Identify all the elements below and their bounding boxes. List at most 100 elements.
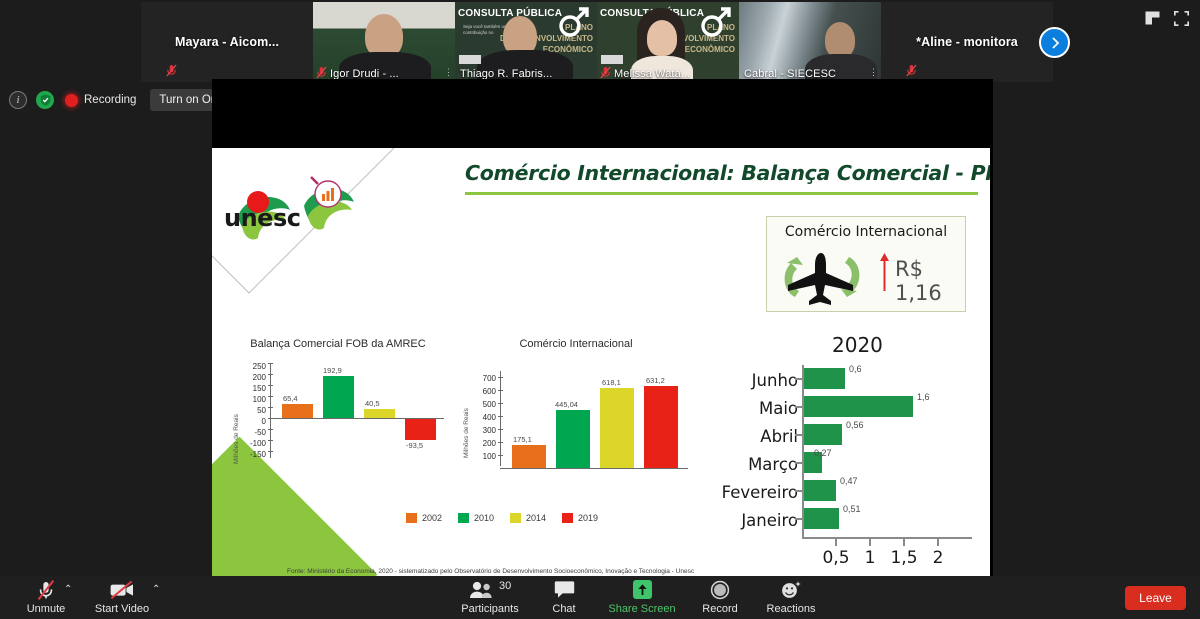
unmute-label: Unmute <box>26 603 66 615</box>
bar-value-label: 0,51 <box>843 504 861 514</box>
presentation-slide: unesc Comércio Internacional: Balança Co… <box>212 148 990 576</box>
audio-options-caret[interactable]: ⌃ <box>64 584 72 595</box>
x-axis-line <box>802 537 972 539</box>
record-label: Record <box>702 603 738 615</box>
bar-value-label: 65,4 <box>283 394 298 403</box>
video-off-icon <box>109 579 135 600</box>
participant-tile-0[interactable]: Mayara - Aicom... <box>141 2 313 82</box>
participant-tile-3[interactable]: CONSULTA PÚBLICA PLANO DE DESENVOLVIMENTO… <box>597 2 739 82</box>
participant-filmstrip: Mayara - Aicom... Igor Drudi - ... ⋮ CON… <box>0 0 1200 84</box>
bar-2014 <box>364 409 395 418</box>
bar-value-label: 175,1 <box>513 435 532 444</box>
bar-maio <box>804 396 913 417</box>
share-screen-label: Share Screen <box>608 603 676 615</box>
participant-tile-5[interactable]: *Aline - monitora <box>881 2 1053 82</box>
bar-2019 <box>644 386 678 468</box>
category-label: Maio <box>758 399 798 418</box>
legend-swatch <box>405 513 417 523</box>
share-screen-icon <box>632 580 652 599</box>
bar-2019 <box>405 419 436 440</box>
tile-logo-mark <box>601 55 623 64</box>
chart-title: 2020 <box>832 333 883 357</box>
y-tick: 600 <box>482 387 496 396</box>
bar-value-label: 0,47 <box>840 476 858 486</box>
y-tick: -100 <box>249 439 266 448</box>
bar-2014 <box>600 388 634 468</box>
bar-value-label: 40,5 <box>365 399 380 408</box>
y-tick: 500 <box>482 400 496 409</box>
tile-logo-mark <box>459 55 481 64</box>
meeting-info-icon[interactable]: i <box>9 91 27 109</box>
bar-value-label: 618,1 <box>602 378 621 387</box>
bar-2010 <box>556 410 590 468</box>
mic-muted-icon <box>906 64 917 77</box>
y-tick: 100 <box>252 395 266 404</box>
y-axis-line <box>270 363 271 458</box>
airplane-icon <box>784 253 860 305</box>
video-options-caret[interactable]: ⌃ <box>152 584 160 595</box>
start-video-label: Start Video <box>94 603 150 615</box>
bar-2002 <box>282 404 313 418</box>
bar-value-label: 192,9 <box>323 366 342 375</box>
category-label: Abril <box>760 427 798 446</box>
y-tick: 100 <box>482 452 496 461</box>
shield-glyph <box>40 94 50 106</box>
participant-tile-2[interactable]: CONSULTA PÚBLICA Seja você também uma co… <box>455 2 597 82</box>
category-label: Março <box>748 455 798 474</box>
reactions-button[interactable]: Reactions <box>745 579 837 615</box>
unesc-logo-text: unesc <box>224 204 301 232</box>
info-card-value: R$ 1,16 <box>895 257 942 305</box>
participant-tile-1[interactable]: Igor Drudi - ... ⋮ <box>313 2 455 82</box>
reactions-icon <box>780 579 802 600</box>
shared-screen-area[interactable]: unesc Comércio Internacional: Balança Co… <box>212 79 993 576</box>
trend-up-arrow-icon <box>880 253 889 291</box>
bar-value-label: 1,6 <box>917 392 930 402</box>
male-symbol-icon <box>559 7 589 37</box>
recording-label: Recording <box>84 94 137 106</box>
participants-icon <box>470 581 492 598</box>
slide-title: Comércio Internacional: Balança Comercia… <box>465 161 990 185</box>
bar-abril <box>804 424 842 445</box>
x-tick: 1,5 <box>890 548 918 568</box>
chart-balanca-comercial-amrec: Balança Comercial FOB da AMREC Milhões d… <box>230 338 446 498</box>
leave-button[interactable]: Leave <box>1125 586 1186 610</box>
mic-muted-icon <box>36 579 56 600</box>
tile-banner-text: CONSULTA PÚBLICA <box>458 8 563 19</box>
picture-in-picture-icon[interactable] <box>1145 11 1160 25</box>
chart-title: Balança Comercial FOB da AMREC <box>250 338 426 350</box>
tile-more-icon[interactable]: ⋮ <box>444 67 453 78</box>
x-axis-line <box>500 468 688 469</box>
info-card-title: Comércio Internacional <box>784 224 948 240</box>
x-tick: 0,5 <box>822 548 850 568</box>
shield-icon[interactable] <box>36 91 54 109</box>
participants-count: 30 <box>499 580 512 592</box>
legend-item: 2019 <box>562 513 598 523</box>
participant-name: *Aline - monitora <box>916 35 1018 49</box>
participant-tile-4[interactable]: Cabral - SIECESC ⋮ <box>739 2 881 82</box>
chart-legend: 2002 2010 2014 2019 <box>332 513 672 523</box>
legend-item: 2014 <box>510 513 546 523</box>
chart-title: Comércio Internacional <box>519 338 633 350</box>
legend-swatch <box>562 513 574 523</box>
filmstrip-tiles: Mayara - Aicom... Igor Drudi - ... ⋮ CON… <box>141 2 1053 82</box>
tile-more-icon[interactable]: ⋮ <box>869 67 878 78</box>
bar-value-label: 0,27 <box>814 448 832 458</box>
mic-muted-icon <box>166 64 177 77</box>
legend-label: 2019 <box>578 513 599 523</box>
recording-indicator[interactable]: Recording <box>65 93 137 107</box>
y-tick: -50 <box>254 428 266 437</box>
bar-value-label: 0,6 <box>849 364 862 374</box>
y-tick: 50 <box>257 406 266 415</box>
bar-value-label: -93,5 <box>406 441 424 450</box>
fullscreen-icon[interactable] <box>1174 11 1189 26</box>
y-tick: 250 <box>252 362 266 371</box>
next-participants-button[interactable] <box>1039 27 1070 58</box>
bar-value-label: 0,56 <box>846 420 864 430</box>
legend-label: 2010 <box>473 513 494 523</box>
bar-junho <box>804 368 845 389</box>
male-symbol-icon <box>701 7 731 37</box>
view-controls <box>1145 11 1189 26</box>
y-tick: 200 <box>252 373 266 382</box>
reactions-label: Reactions <box>766 603 816 615</box>
share-screen-icon-wrap <box>632 579 652 600</box>
